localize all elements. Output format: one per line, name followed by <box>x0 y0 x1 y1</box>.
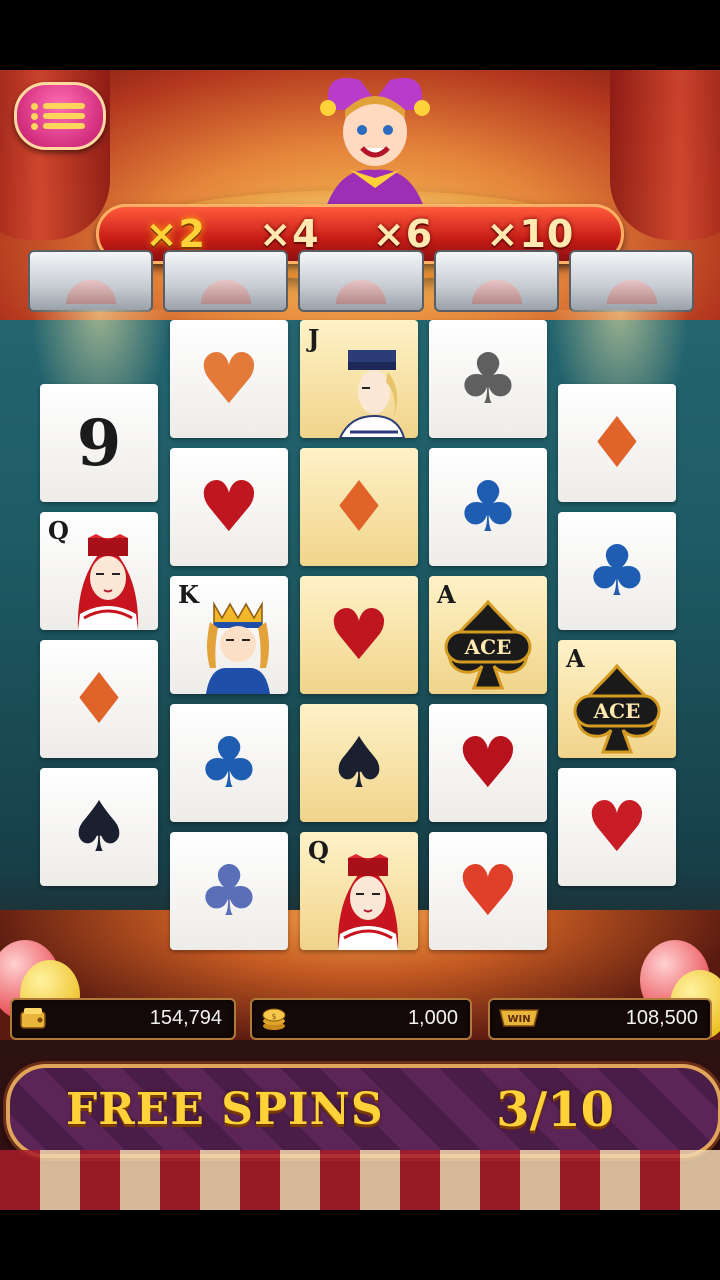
card-suit: ♥ <box>170 448 288 566</box>
reel-cap <box>298 250 424 312</box>
card-suit: ♣ <box>429 448 547 566</box>
card-rank-letter: J <box>308 324 320 353</box>
circus-tents-decoration <box>0 1150 720 1210</box>
card-suit: ♥ <box>558 768 676 886</box>
wallet-icon <box>20 1008 46 1029</box>
suit-symbol: ♠ <box>327 722 391 804</box>
menu-icon-bar <box>43 123 85 129</box>
coin-stack-icon: $ <box>262 1008 286 1030</box>
queen-face-icon <box>66 534 150 630</box>
card-face-queen: Q <box>40 512 158 630</box>
win-value: 108,500 <box>625 1007 698 1029</box>
bet-value: 1,000 <box>407 1007 458 1029</box>
suit-symbol: ♥ <box>197 466 261 548</box>
ace-label: ACE <box>464 635 512 659</box>
card-suit: ♠ <box>300 704 418 822</box>
rank-symbol: 9 <box>76 405 122 481</box>
card-suit: ♦ <box>300 448 418 566</box>
menu-icon-dot <box>31 113 38 120</box>
suit-symbol: ♥ <box>456 850 520 932</box>
card-suit: ♦ <box>558 384 676 502</box>
reel-cap <box>163 250 289 312</box>
free-spins-label: FREE SPINS <box>66 1084 384 1135</box>
menu-button[interactable] <box>14 82 106 150</box>
jester-mascot-icon <box>320 78 430 210</box>
reel-cap <box>433 250 559 312</box>
ace-label: ACE <box>593 699 641 723</box>
card-face-king: K <box>170 576 288 694</box>
card-rank-letter: Q <box>48 516 69 545</box>
suit-symbol: ♣ <box>197 850 261 932</box>
suit-symbol: ♣ <box>197 722 261 804</box>
bet-display: $ 1,000 <box>250 998 472 1040</box>
suit-symbol: ♥ <box>585 786 649 868</box>
suit-symbol: ♦ <box>585 402 649 484</box>
card-rank-letter: K <box>178 580 199 609</box>
slot-game: ×2 ×4 ×6 ×10 9 Q ♦ ♠ ♥ ♥ K ♣ ♣ J ♦ ♥ ♠ Q ♣ ♣ A ACE ♥ ♥ ♦ ♣ A AC… <box>0 70 720 1210</box>
card-suit: ♣ <box>429 320 547 438</box>
card-suit: ♠ <box>40 768 158 886</box>
card-ace: A ACE <box>558 640 676 758</box>
win-badge-icon: WIN <box>499 1009 539 1027</box>
curtain-right <box>610 70 720 240</box>
card-suit: ♥ <box>429 704 547 822</box>
stats-bar: 154,794 $ 1,000 WIN 108,500 <box>10 998 712 1040</box>
menu-icon-bar <box>43 103 85 109</box>
suit-symbol: ♥ <box>197 338 261 420</box>
suit-symbol: ♣ <box>585 530 649 612</box>
menu-icon-bar <box>43 113 85 119</box>
card-suit: ♣ <box>558 512 676 630</box>
win-display: WIN 108,500 <box>488 998 712 1040</box>
card-rank: 9 <box>40 384 158 502</box>
card-suit: ♣ <box>170 832 288 950</box>
card-ace: A ACE <box>429 576 547 694</box>
card-face-jack: J <box>300 320 418 438</box>
suit-symbol: ♦ <box>67 658 131 740</box>
suit-symbol: ♣ <box>456 466 520 548</box>
ace-spade-icon: ACE <box>444 600 532 690</box>
reel-cap <box>568 250 695 312</box>
free-spins-count: 3/10 <box>496 1082 614 1138</box>
card-rank-letter: Q <box>308 836 329 865</box>
card-suit: ♥ <box>429 832 547 950</box>
king-face-icon <box>196 598 280 694</box>
menu-icon <box>31 103 38 110</box>
jack-face-icon <box>326 342 410 438</box>
suit-symbol: ♥ <box>327 594 391 676</box>
card-suit: ♦ <box>40 640 158 758</box>
card-suit: ♣ <box>170 704 288 822</box>
reel-cap <box>28 250 154 312</box>
ace-spade-icon: ACE <box>573 664 661 754</box>
balance-display: 154,794 <box>10 998 236 1040</box>
card-suit: ♥ <box>170 320 288 438</box>
suit-symbol: ♠ <box>67 786 131 868</box>
card-face-queen: Q <box>300 832 418 950</box>
suit-symbol: ♣ <box>456 338 520 420</box>
queen-face-icon <box>326 854 410 950</box>
svg-text:$: $ <box>271 1012 276 1021</box>
free-spins-banner: FREE SPINS 3/10 <box>6 1064 720 1158</box>
suit-symbol: ♥ <box>456 722 520 804</box>
card-suit: ♥ <box>300 576 418 694</box>
win-badge-label: WIN <box>507 1014 530 1025</box>
suit-symbol: ♦ <box>327 466 391 548</box>
menu-icon-dot <box>31 123 38 130</box>
balance-value: 154,794 <box>149 1007 222 1029</box>
